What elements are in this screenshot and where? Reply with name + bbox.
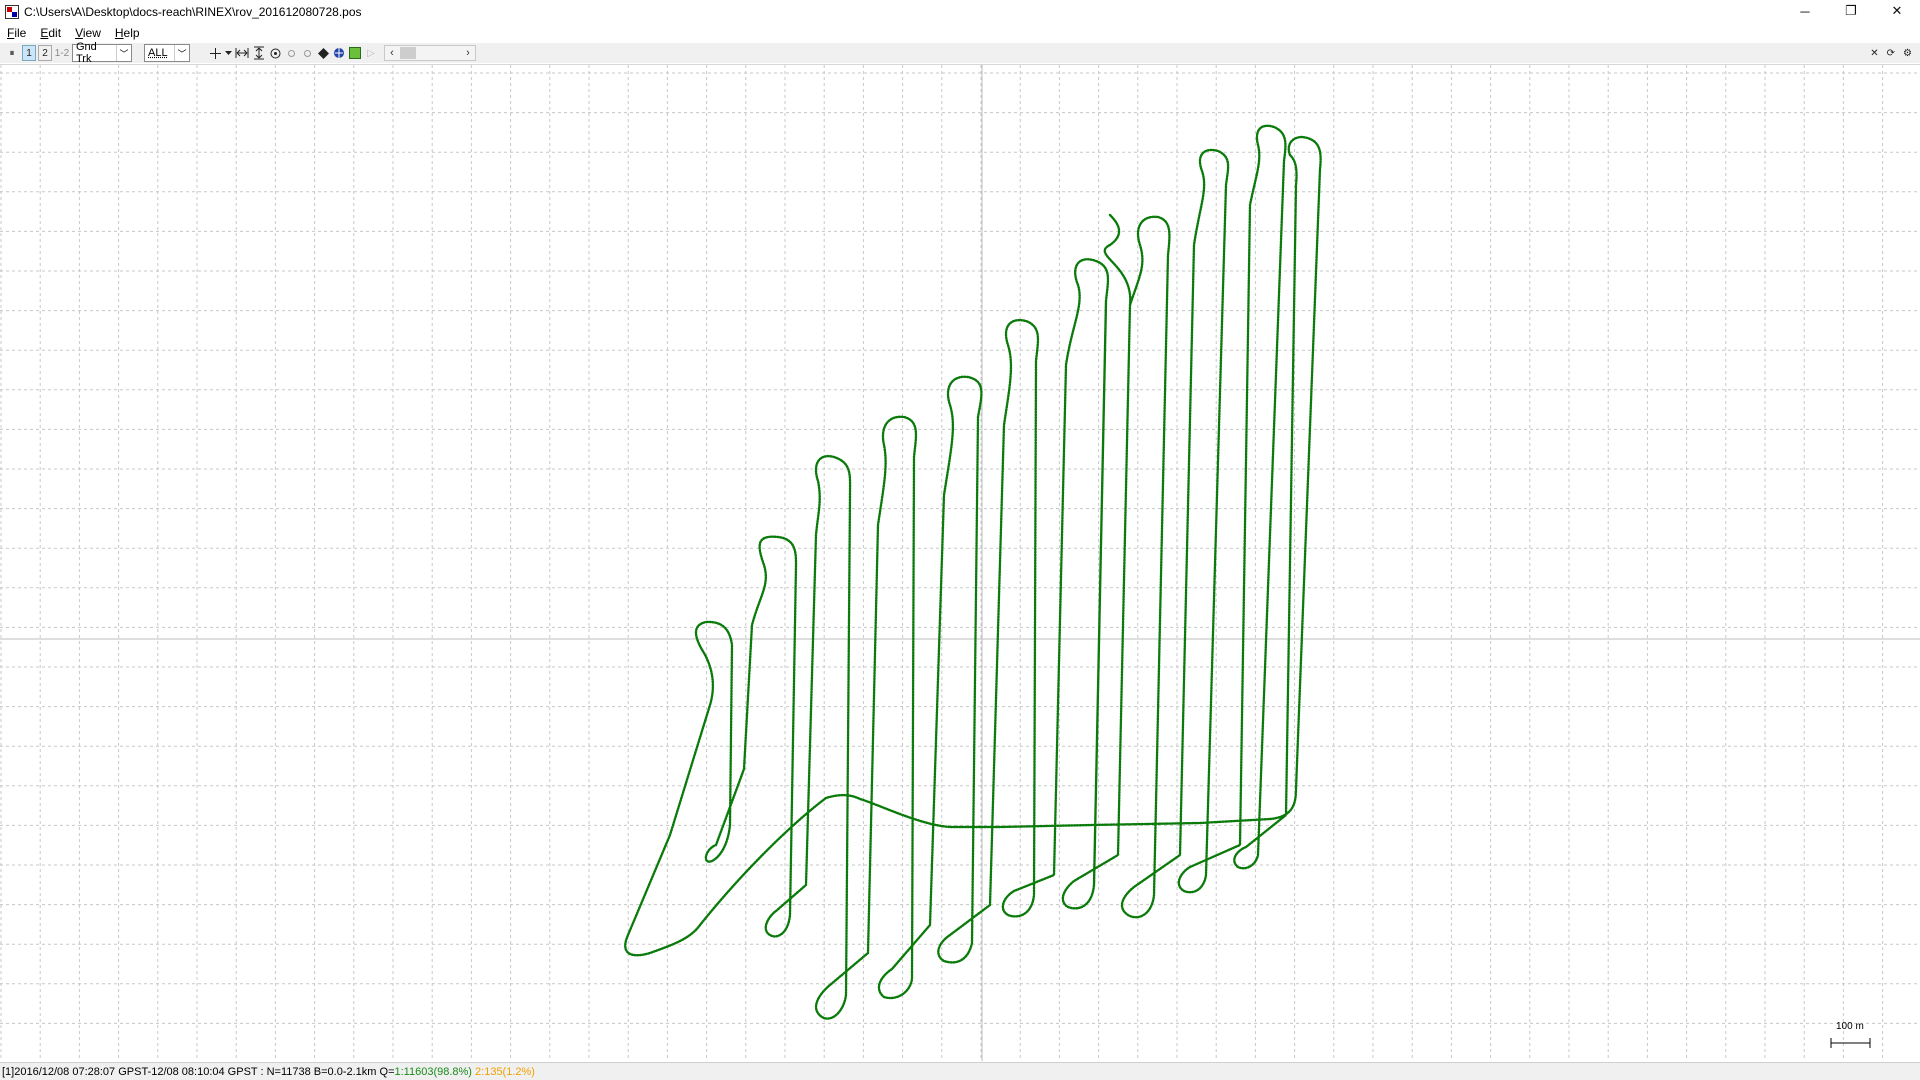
satellite-select[interactable]: ALL ﹀: [144, 44, 190, 62]
time-scrollbar[interactable]: ‹ ›: [384, 45, 476, 61]
menu-bar: File Edit View Help: [0, 24, 1920, 42]
title-bar: C:\Users\A\Desktop\docs-reach\RINEX\rov_…: [0, 0, 1920, 24]
solution2-button[interactable]: 2: [38, 45, 52, 61]
center-origin-icon[interactable]: [208, 45, 222, 61]
scroll-left-icon[interactable]: ‹: [385, 47, 399, 59]
fix-center-icon[interactable]: [316, 45, 330, 61]
app-icon: [5, 5, 19, 19]
scroll-thumb[interactable]: [400, 47, 416, 59]
show-map-icon[interactable]: [332, 45, 346, 61]
status-q2: 2:135(1.2%): [475, 1065, 535, 1078]
close-icon[interactable]: ✕: [1870, 45, 1878, 61]
status-summary: [1]2016/12/08 07:28:07 GPST-12/08 08:10:…: [2, 1065, 395, 1078]
settings-icon[interactable]: ⚙: [1903, 45, 1912, 61]
plot-canvas: [0, 65, 1920, 1061]
menu-edit[interactable]: Edit: [33, 26, 68, 40]
fit-vertical-icon[interactable]: [252, 45, 266, 61]
show-track-icon[interactable]: [268, 45, 282, 61]
play-icon[interactable]: ▷: [364, 45, 378, 61]
solution12-button[interactable]: 1-2: [54, 45, 70, 61]
show-image-icon[interactable]: [348, 45, 362, 61]
pause-icon[interactable]: ⏸: [4, 45, 20, 61]
menu-help[interactable]: Help: [108, 26, 147, 40]
menu-file[interactable]: File: [0, 26, 33, 40]
plot-type-select[interactable]: Gnd Trk ﹀: [72, 41, 132, 65]
close-window-button[interactable]: ✕: [1874, 0, 1920, 22]
toolbar: ⏸ 1 2 1-2 Gnd Trk ﹀ ALL ﹀ ▷ ‹ › ✕ ⟳ ⚙: [0, 41, 1920, 65]
status-bar: [1]2016/12/08 07:28:07 GPST-12/08 08:10:…: [0, 1062, 1920, 1080]
ground-track-plot[interactable]: 100 m: [0, 64, 1920, 1061]
point-a-icon[interactable]: [284, 45, 298, 61]
scale-bar: [1830, 1038, 1871, 1048]
solution1-button[interactable]: 1: [22, 45, 36, 61]
refresh-icon[interactable]: ⟳: [1887, 45, 1895, 61]
chevron-down-icon: ﹀: [174, 45, 189, 61]
dropdown-arrow-icon[interactable]: [224, 45, 232, 61]
scroll-right-icon[interactable]: ›: [461, 47, 475, 59]
scale-label: 100 m: [1836, 1021, 1864, 1032]
window-controls: ─ ❐ ✕: [1782, 0, 1920, 24]
restore-button[interactable]: ❐: [1828, 0, 1874, 22]
minimize-button[interactable]: ─: [1782, 0, 1828, 22]
fit-horizontal-icon[interactable]: [234, 45, 250, 61]
chevron-down-icon: ﹀: [116, 45, 131, 61]
status-q1: 1:11603(98.8%): [394, 1065, 472, 1078]
point-b-icon[interactable]: [300, 45, 314, 61]
menu-view[interactable]: View: [68, 26, 108, 40]
window-title: C:\Users\A\Desktop\docs-reach\RINEX\rov_…: [24, 5, 362, 19]
